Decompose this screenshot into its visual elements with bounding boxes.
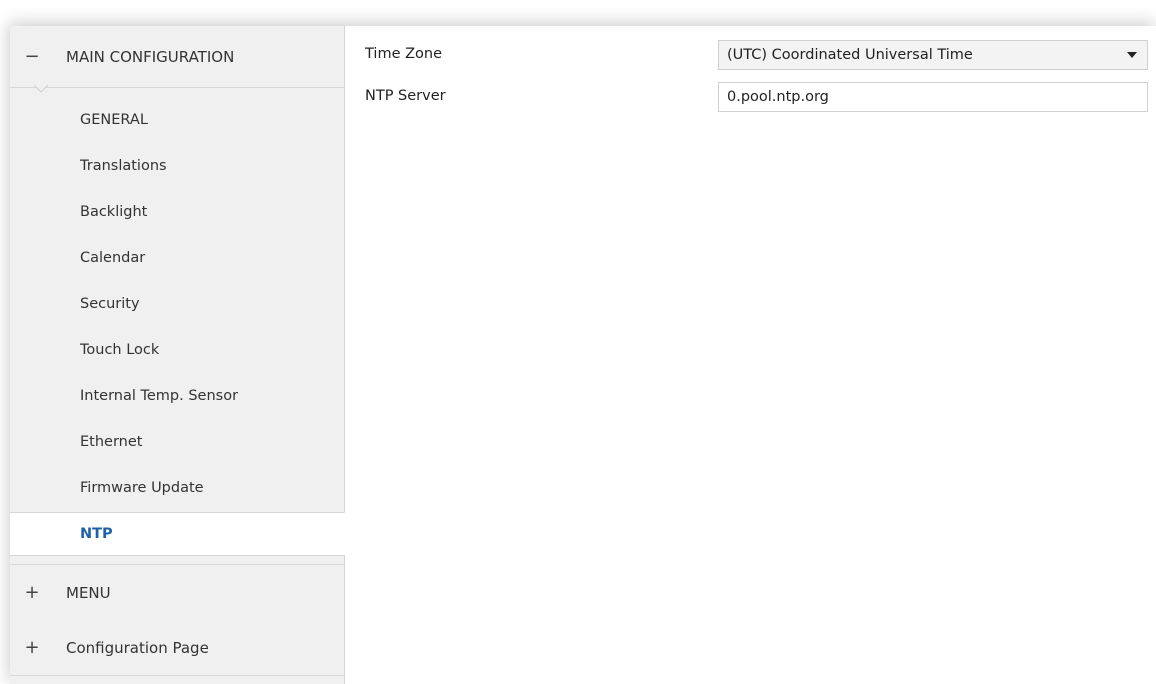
time-zone-select[interactable]: (UTC) Coordinated Universal Time (718, 40, 1148, 70)
sidebar-item-calendar[interactable]: Calendar (10, 236, 344, 280)
sidebar-item-label: Translations (80, 158, 167, 174)
section-label: Configuration Page (66, 638, 209, 657)
sidebar-item-label: Calendar (80, 250, 146, 266)
sidebar-item-label: Security (80, 296, 140, 312)
sidebar-item-label: Touch Lock (80, 342, 160, 358)
section-configuration-page[interactable]: + Configuration Page (10, 620, 344, 676)
sidebar-item-label: Ethernet (80, 434, 143, 450)
sidebar-item-backlight[interactable]: Backlight (10, 190, 344, 234)
collapse-icon: − (24, 46, 40, 67)
sidebar-item-firmware-update[interactable]: Firmware Update (10, 466, 344, 510)
sidebar-item-label: NTP (80, 526, 113, 542)
sidebar-item-label: Backlight (80, 204, 148, 220)
section-label: MENU (66, 583, 111, 602)
sidebar: − MAIN CONFIGURATION GENERAL Translation… (10, 26, 345, 684)
sidebar-item-security[interactable]: Security (10, 282, 344, 326)
ntp-server-input[interactable] (718, 82, 1148, 112)
section-menu[interactable]: + MENU (10, 564, 344, 621)
sidebar-item-ethernet[interactable]: Ethernet (10, 420, 344, 464)
section-label: MAIN CONFIGURATION (66, 47, 235, 66)
time-zone-value: (UTC) Coordinated Universal Time (727, 47, 973, 63)
dropdown-arrow-icon (1127, 52, 1137, 58)
pointer-notch-icon (34, 85, 48, 93)
ntp-server-row: NTP Server (345, 80, 1156, 112)
time-zone-label: Time Zone (365, 46, 443, 62)
section-main-configuration[interactable]: − MAIN CONFIGURATION (10, 26, 344, 88)
sidebar-item-general[interactable]: GENERAL (10, 98, 344, 142)
time-zone-row: Time Zone (UTC) Coordinated Universal Ti… (345, 38, 1156, 70)
expand-icon: + (24, 582, 40, 603)
sidebar-item-label: Firmware Update (80, 480, 204, 496)
expand-icon: + (24, 637, 40, 658)
sidebar-item-ntp[interactable]: NTP (10, 512, 345, 556)
sidebar-item-translations[interactable]: Translations (10, 144, 344, 188)
sidebar-item-internal-temp-sensor[interactable]: Internal Temp. Sensor (10, 374, 344, 418)
sidebar-item-label: Internal Temp. Sensor (80, 388, 239, 404)
sidebar-item-label: GENERAL (80, 112, 148, 128)
config-window: − MAIN CONFIGURATION GENERAL Translation… (10, 26, 1156, 684)
ntp-server-label: NTP Server (365, 88, 446, 104)
settings-panel: Time Zone (UTC) Coordinated Universal Ti… (345, 26, 1156, 684)
sidebar-item-touch-lock[interactable]: Touch Lock (10, 328, 344, 372)
